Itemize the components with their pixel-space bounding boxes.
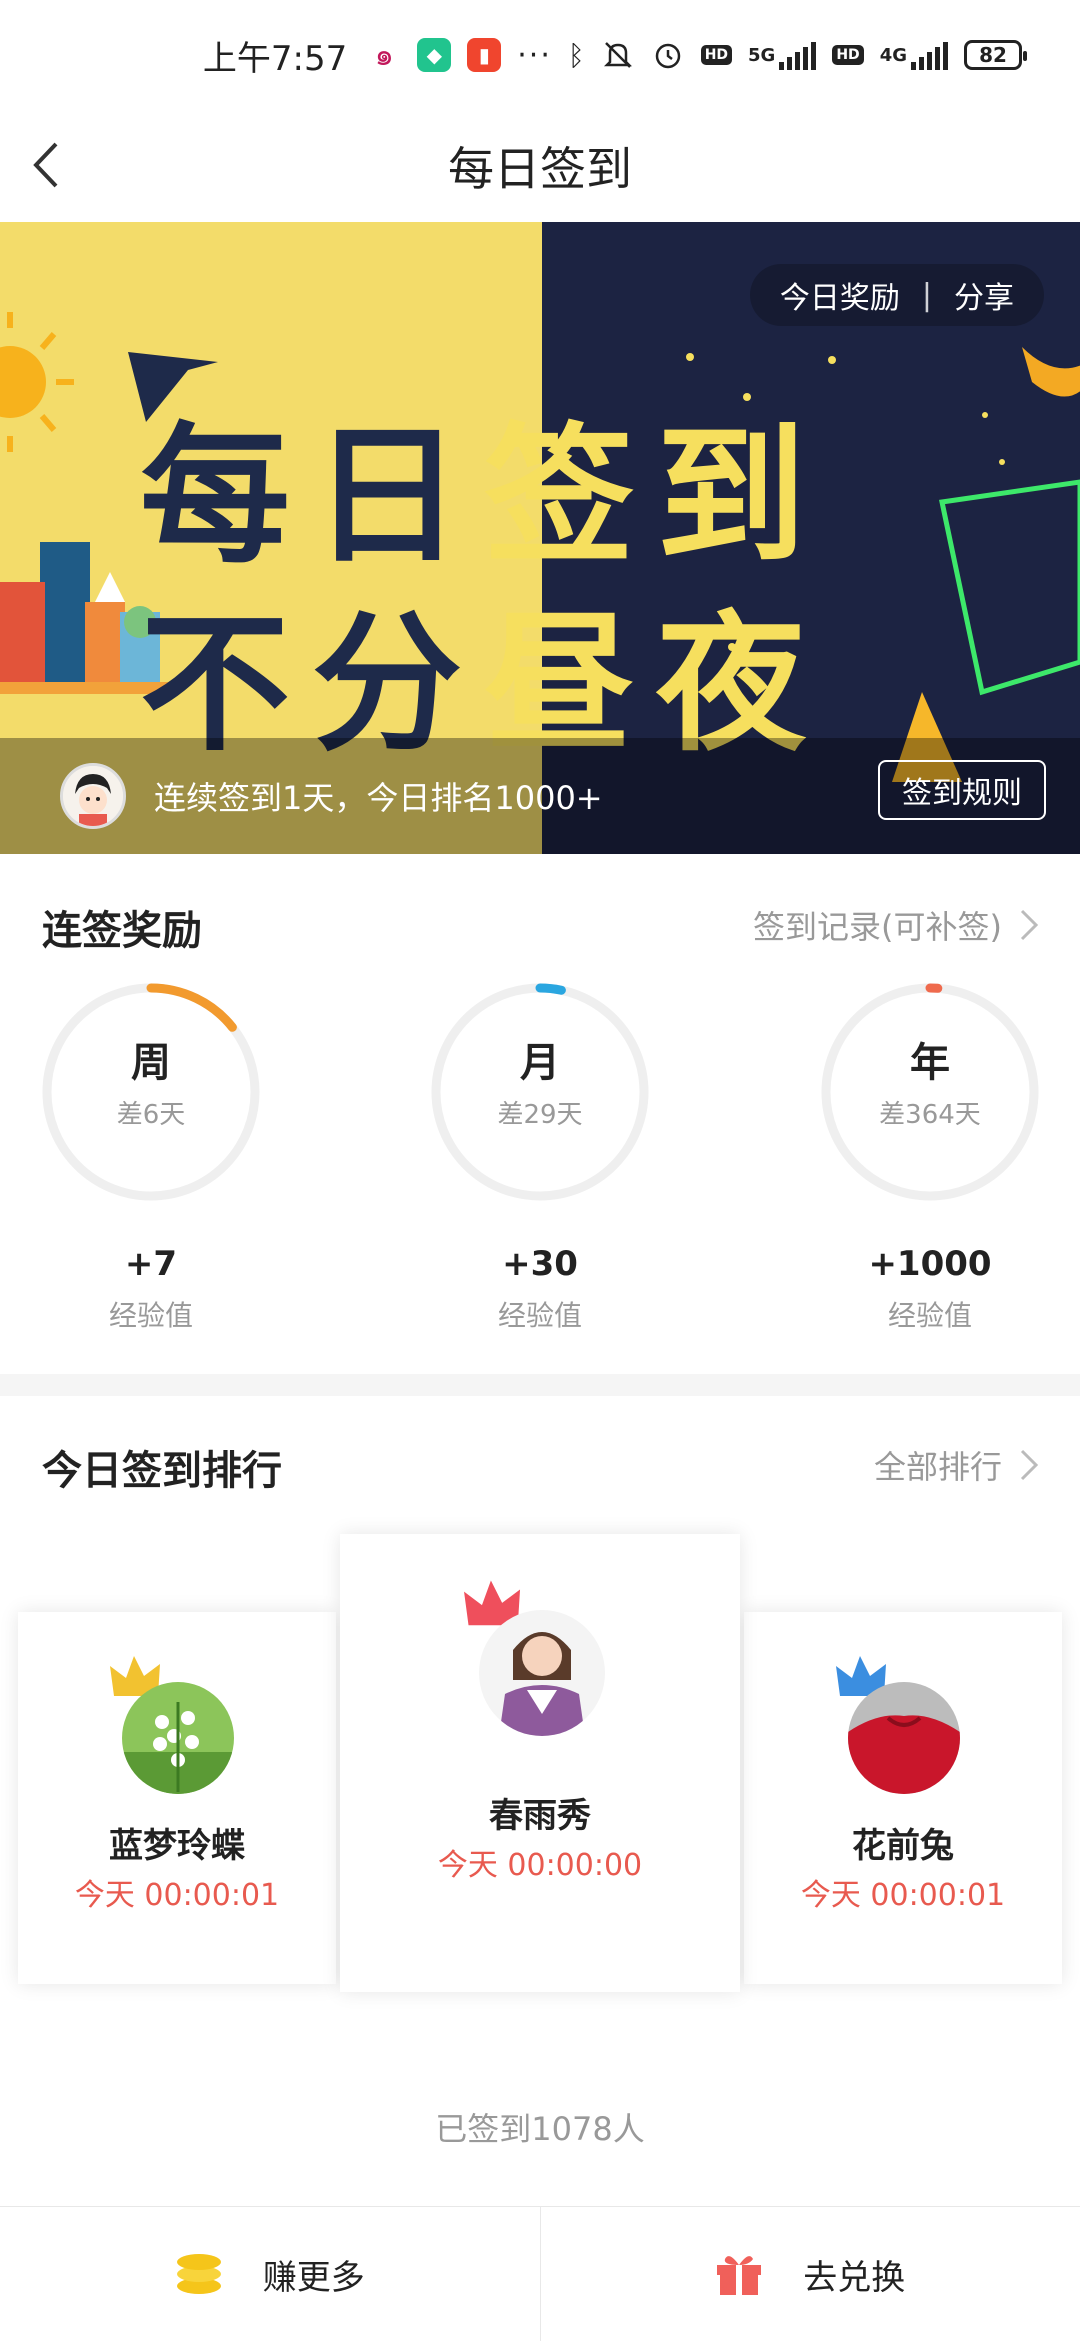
divider: | — [922, 278, 932, 313]
avatar — [122, 1682, 234, 1794]
avatar-woman-image — [479, 1610, 605, 1736]
all-ranking-link[interactable]: 全部排行 — [874, 1442, 1040, 1488]
ring-label: 周 — [41, 1030, 261, 1088]
chevron-right-icon — [1018, 907, 1040, 943]
ring-remaining: 差364天 — [820, 1094, 1040, 1131]
rank-user-name: 春雨秀 — [340, 1788, 740, 1837]
ranking-card-2[interactable]: 蓝梦玲蝶 今天 00:00:01 — [18, 1612, 336, 1984]
streak-rewards-section: 连签奖励 签到记录(可补签) 周 差6天 +7 经验值 月 差29天 +30 经… — [0, 854, 1080, 1374]
more-dots-icon: ··· — [517, 38, 552, 73]
ring-year: 年 差364天 +1000 经验值 — [820, 982, 1040, 1334]
all-ranking-label: 全部排行 — [874, 1442, 1002, 1488]
signal-4g-icon: 4G — [880, 40, 948, 70]
ring-month: 月 差29天 +30 经验值 — [430, 982, 650, 1334]
rank-user-name: 蓝梦玲蝶 — [18, 1818, 336, 1867]
ring-unit: 经验值 — [41, 1294, 261, 1334]
avatar — [479, 1610, 605, 1736]
ranking-card-1[interactable]: 春雨秀 今天 00:00:00 — [340, 1534, 740, 1992]
avatar[interactable] — [60, 763, 126, 829]
alarm-icon — [651, 38, 685, 72]
sun-icon — [0, 312, 90, 452]
today-reward-button[interactable]: 今日奖励 — [780, 273, 900, 317]
bluetooth-icon: ᛒ — [568, 39, 585, 72]
ring-points: +7 — [41, 1244, 261, 1284]
avatar-flowers-image — [122, 1682, 234, 1794]
banner: 每日签到 不分昼夜 今日奖励 | 分享 连续签到1天，今日排名1000+ 签到规… — [0, 222, 1080, 854]
rank-sign-time: 今天 00:00:01 — [18, 1870, 336, 1914]
ring-week: 周 差6天 +7 经验值 — [41, 982, 261, 1334]
hd-icon: HD — [832, 45, 863, 65]
nav-bar: 每日签到 — [0, 110, 1080, 222]
rank-sign-time: 今天 00:00:01 — [744, 1870, 1062, 1914]
chevron-right-icon — [1018, 1447, 1040, 1483]
redeem-button[interactable]: 去兑换 — [540, 2207, 1080, 2341]
signed-count: 已签到1078人 — [0, 2104, 1080, 2150]
avatar — [848, 1682, 960, 1794]
ring-label: 年 — [820, 1030, 1040, 1088]
page-title: 每日签到 — [448, 133, 632, 199]
banner-status-bar: 连续签到1天，今日排名1000+ 签到规则 — [0, 738, 1080, 854]
ring-progress — [430, 982, 650, 1202]
app-red-icon: ▮ — [467, 38, 501, 72]
silent-icon — [601, 38, 635, 72]
ring-progress — [820, 982, 1040, 1202]
user-avatar-icon — [63, 766, 123, 826]
earn-more-button[interactable]: 赚更多 — [0, 2207, 540, 2341]
chevron-left-icon — [22, 130, 92, 200]
sign-record-label: 签到记录(可补签) — [753, 902, 1002, 948]
rank-user-name: 花前兔 — [744, 1818, 1062, 1867]
gift-icon — [715, 2251, 763, 2297]
ranking-section: 今日签到排行 全部排行 蓝梦玲蝶 今天 00:0 — [0, 1396, 1080, 2206]
hd-icon: HD — [701, 45, 732, 65]
sign-record-link[interactable]: 签到记录(可补签) — [753, 902, 1040, 948]
ring-remaining: 差29天 — [430, 1094, 650, 1131]
ring-unit: 经验值 — [820, 1294, 1040, 1334]
coins-icon — [175, 2252, 223, 2296]
battery-icon: 82 — [964, 40, 1022, 70]
redeem-label: 去兑换 — [803, 2250, 905, 2299]
share-button[interactable]: 分享 — [954, 273, 1014, 317]
streak-status-text: 连续签到1天，今日排名1000+ — [154, 773, 603, 819]
rules-button[interactable]: 签到规则 — [878, 760, 1046, 820]
rank-sign-time: 今天 00:00:00 — [340, 1840, 740, 1884]
ranking-card-3[interactable]: 花前兔 今天 00:00:01 — [744, 1612, 1062, 1984]
app-green-icon: ◆ — [417, 38, 451, 72]
weibo-icon: ๑ — [367, 38, 401, 72]
ring-points: +1000 — [820, 1244, 1040, 1284]
back-button[interactable] — [22, 130, 92, 200]
ring-label: 月 — [430, 1030, 650, 1088]
ring-unit: 经验值 — [430, 1294, 650, 1334]
rank-avatar-group — [838, 1652, 968, 1802]
reward-share-pill: 今日奖励 | 分享 — [750, 264, 1044, 326]
signal-5g-icon: 5G — [748, 40, 816, 70]
avatar-red-sweater-image — [848, 1682, 960, 1794]
rank-avatar-group — [465, 1576, 615, 1746]
ring-remaining: 差6天 — [41, 1094, 261, 1131]
rank-avatar-group — [112, 1652, 242, 1802]
ring-points: +30 — [430, 1244, 650, 1284]
section-title: 连签奖励 — [42, 898, 202, 956]
status-bar: 上午7:57 ๑ ◆ ▮ ··· ᛒ HD 5G HD 4G 82 — [0, 0, 1080, 110]
bottom-bar: 赚更多 去兑换 — [0, 2206, 1080, 2341]
earn-more-label: 赚更多 — [263, 2250, 365, 2299]
ring-progress — [41, 982, 261, 1202]
banner-headline-1: 每日签到 — [140, 422, 900, 572]
status-time: 上午7:57 — [203, 31, 347, 80]
section-title: 今日签到排行 — [42, 1438, 282, 1496]
